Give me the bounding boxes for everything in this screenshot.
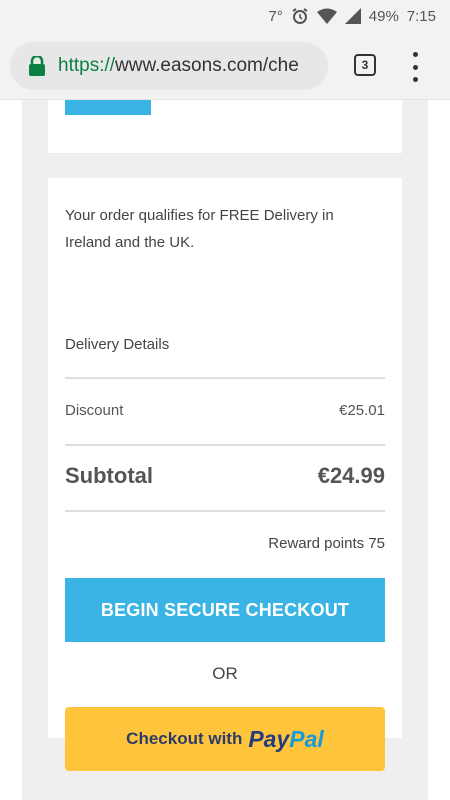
alarm-icon — [291, 7, 309, 25]
discount-value: €25.01 — [339, 402, 385, 419]
partial-button[interactable] — [65, 100, 151, 115]
discount-label: Discount — [65, 402, 124, 419]
lock-icon — [29, 55, 45, 76]
url-host: www.easons.com/che — [115, 54, 299, 76]
delivery-details-link[interactable]: Delivery Details — [65, 336, 169, 353]
paypal-logo-pal: Pal — [289, 725, 324, 752]
paypal-logo-pay: Pay — [248, 725, 290, 752]
begin-secure-checkout-button[interactable]: BEGIN SECURE CHECKOUT — [65, 578, 385, 642]
clock-text: 7:15 — [406, 7, 436, 25]
overflow-menu-icon[interactable] — [408, 52, 422, 82]
browser-toolbar: https://www.easons.com/che 3 — [0, 32, 450, 100]
wifi-icon — [316, 8, 337, 24]
previous-card — [48, 100, 402, 153]
divider — [65, 444, 385, 446]
order-summary-card: Your order qualifies for FREE Delivery i… — [48, 178, 402, 771]
or-separator: OR — [212, 664, 238, 683]
tab-switcher-button[interactable]: 3 — [354, 54, 376, 76]
url-text: https://www.easons.com/che — [58, 55, 299, 77]
paypal-checkout-button[interactable]: Checkout with PayPal — [65, 707, 385, 771]
battery-text: 49% — [368, 7, 399, 25]
paypal-logo: PayPal — [248, 726, 323, 753]
subtotal-label: Subtotal — [65, 463, 153, 488]
url-bar[interactable]: https://www.easons.com/che — [10, 41, 328, 90]
delivery-message: Your order qualifies for FREE Delivery i… — [65, 207, 334, 251]
temperature-text: 7° — [268, 7, 283, 25]
subtotal-value: €24.99 — [317, 463, 385, 488]
signal-icon — [344, 8, 361, 24]
url-scheme: https:// — [58, 54, 116, 76]
page-content: Your order qualifies for FREE Delivery i… — [0, 100, 450, 800]
status-bar: 7° 49% 7:15 — [0, 0, 450, 32]
divider — [65, 510, 385, 512]
reward-points: Reward points 75 — [268, 535, 385, 552]
paypal-button-label: Checkout with — [126, 729, 243, 748]
divider — [65, 377, 385, 379]
